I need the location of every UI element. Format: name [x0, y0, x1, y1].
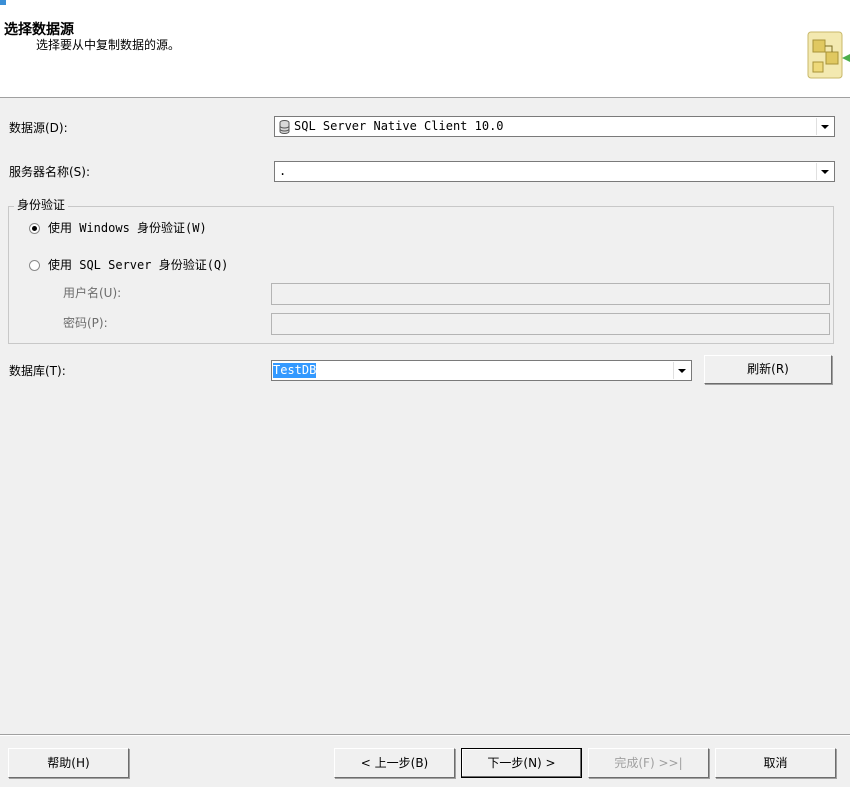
- footer-divider: [0, 734, 850, 736]
- auth-group-label: 身份验证: [14, 198, 69, 212]
- server-name-combo[interactable]: .: [274, 161, 835, 182]
- sql-auth-label[interactable]: 使用 SQL Server 身份验证(Q): [48, 258, 228, 272]
- username-field[interactable]: [271, 283, 830, 305]
- datasource-value: SQL Server Native Client 10.0: [294, 119, 504, 133]
- window-corner-icon: [0, 0, 6, 5]
- password-label: 密码(P):: [63, 316, 108, 330]
- datasource-dropdown-button[interactable]: [816, 118, 833, 135]
- datasource-label: 数据源(D):: [9, 121, 68, 135]
- sql-auth-radio[interactable]: [29, 260, 40, 271]
- windows-auth-label[interactable]: 使用 Windows 身份验证(W): [48, 221, 207, 235]
- windows-auth-radio[interactable]: [29, 223, 40, 234]
- back-button[interactable]: < 上一步(B): [334, 748, 455, 778]
- database-value: TestDB: [273, 363, 317, 378]
- datasource-combo[interactable]: SQL Server Native Client 10.0: [274, 116, 835, 137]
- wizard-graphic-icon: [804, 18, 850, 90]
- database-combo[interactable]: TestDB: [271, 360, 692, 381]
- server-name-value: .: [279, 164, 287, 178]
- server-name-label: 服务器名称(S):: [9, 165, 91, 179]
- refresh-button[interactable]: 刷新(R): [704, 355, 832, 384]
- password-field[interactable]: [271, 313, 830, 335]
- server-dropdown-button[interactable]: [816, 163, 833, 180]
- page-title: 选择数据源: [4, 22, 74, 38]
- database-icon: [279, 120, 290, 137]
- next-button[interactable]: 下一步(N) >: [461, 748, 582, 778]
- cancel-button[interactable]: 取消: [715, 748, 836, 778]
- database-label: 数据库(T):: [9, 364, 66, 378]
- page-subtitle: 选择要从中复制数据的源。: [36, 38, 181, 52]
- username-label: 用户名(U):: [63, 286, 122, 300]
- finish-button[interactable]: 完成(F) >>|: [588, 748, 709, 778]
- help-button[interactable]: 帮助(H): [8, 748, 129, 778]
- database-dropdown-button[interactable]: [673, 362, 690, 379]
